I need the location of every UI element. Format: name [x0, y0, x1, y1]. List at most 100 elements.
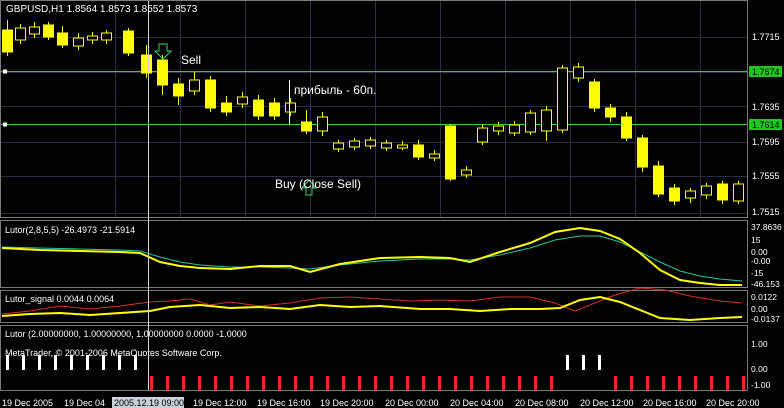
histogram-bar-up	[582, 355, 585, 370]
histogram-bar-down	[646, 376, 649, 390]
candle-body	[493, 125, 504, 132]
histogram-bar-down	[326, 376, 329, 390]
svg-text:-1.00: -1.00	[751, 380, 771, 390]
svg-text:19 Dec 2005: 19 Dec 2005	[2, 398, 53, 408]
price-tick: 1.7715	[752, 32, 780, 42]
histogram-bar-down	[454, 376, 457, 390]
level-handle	[3, 122, 7, 127]
price-tick: 1.7635	[752, 102, 780, 112]
histogram-bar-down	[550, 376, 553, 390]
candle-body	[253, 99, 264, 117]
candle-body	[301, 121, 312, 132]
candle-body	[157, 59, 168, 86]
svg-text:0.00: 0.00	[751, 304, 768, 314]
candle-body	[29, 26, 40, 35]
candle-body	[221, 102, 232, 113]
svg-text:20 Dec 12:00: 20 Dec 12:00	[580, 398, 634, 408]
signal-panel-header: Lutor_signal 0.0044 0.0064	[5, 294, 114, 304]
lutor-lines	[1, 226, 743, 286]
histogram-bar-down	[214, 376, 217, 390]
histogram-bar-down	[342, 376, 345, 390]
signal-lines	[1, 287, 743, 322]
svg-text:20 Dec 08:00: 20 Dec 08:00	[515, 398, 569, 408]
svg-text:-15: -15	[751, 268, 764, 278]
histogram-bar-down	[294, 376, 297, 390]
svg-text:-46.153: -46.153	[751, 279, 780, 289]
histogram-bar-down	[246, 376, 249, 390]
candle-body	[123, 30, 134, 54]
svg-text:20 Dec 04:00: 20 Dec 04:00	[450, 398, 504, 408]
histogram-bar-down	[662, 376, 665, 390]
candle-body	[141, 54, 152, 74]
svg-text:19 Dec 12:00: 19 Dec 12:00	[193, 398, 247, 408]
histogram-bar-down	[422, 376, 425, 390]
histogram-bar-down	[406, 376, 409, 390]
histogram-bar-down	[726, 376, 729, 390]
candle-body	[733, 183, 744, 202]
svg-text:20 Dec 00:00: 20 Dec 00:00	[385, 398, 439, 408]
svg-text:19 Dec 20:00: 19 Dec 20:00	[320, 398, 374, 408]
lutor-panel-header: Lutor(2,8,5,5) -26.4973 -21.5914	[5, 225, 135, 235]
candle-body	[701, 185, 712, 196]
candle-body	[15, 27, 26, 41]
lutor-fast-line	[1, 226, 742, 286]
signal-scale: 0.0122 0.00 -0.0137	[751, 292, 780, 324]
candle-body	[87, 35, 98, 41]
histogram-bar-down	[150, 376, 153, 390]
candle-body	[557, 67, 568, 131]
price-tick: 1.7515	[752, 207, 780, 217]
candle-body	[397, 144, 408, 149]
svg-text:0.0122: 0.0122	[751, 292, 777, 302]
candle-body	[669, 187, 680, 202]
histogram-bar-down	[166, 376, 169, 390]
svg-text:2005.12.19 09:00: 2005.12.19 09:00	[114, 398, 184, 408]
candle-body	[269, 102, 280, 117]
candle-body	[205, 79, 216, 109]
svg-text:0.00: 0.00	[751, 364, 768, 374]
candle-body	[445, 125, 456, 180]
histogram-bar-up	[566, 355, 569, 370]
candle-body	[57, 32, 68, 46]
histogram-bar-down	[438, 376, 441, 390]
candle-body	[621, 116, 632, 139]
histogram-bar-down	[262, 376, 265, 390]
lutor-histogram	[6, 355, 745, 390]
candle-body	[525, 112, 536, 133]
price-tick: 1.7614	[752, 120, 780, 130]
histogram-bar-down	[742, 376, 745, 390]
candle-body	[573, 66, 584, 79]
histogram-bar-down	[198, 376, 201, 390]
candle-body	[685, 190, 696, 199]
candle-body	[509, 124, 520, 134]
histogram-bar-down	[678, 376, 681, 390]
svg-text:-0.0137: -0.0137	[751, 314, 780, 324]
histogram-bar-up	[598, 355, 601, 370]
candle-body	[2, 29, 13, 53]
lutor-scale: 37.8636 15 0.00 -0.00 -15 -46.153	[751, 222, 782, 289]
candle-body	[461, 169, 472, 176]
copyright-text: MetaTrader, © 2001-2006 MetaQuotes Softw…	[5, 348, 222, 358]
level-handle	[3, 69, 7, 74]
svg-text:15: 15	[751, 235, 761, 245]
chart-canvas[interactable]: GBPUSD,H1 1.8564 1.8573 1.8552 1.8573 Se…	[0, 0, 784, 408]
candle-body	[653, 165, 664, 195]
histogram-bar-down	[374, 376, 377, 390]
histogram-bar-down	[614, 376, 617, 390]
svg-text:20 Dec 20:00: 20 Dec 20:00	[706, 398, 760, 408]
grid-lines	[1, 1, 747, 217]
histogram-bar-down	[486, 376, 489, 390]
buy-label: Buy (Close Sell)	[275, 177, 361, 191]
svg-text:19 Dec 16:00: 19 Dec 16:00	[257, 398, 311, 408]
histogram-bar-down	[182, 376, 185, 390]
price-tick: 1.7555	[752, 171, 780, 181]
price-tick: 1.7674	[752, 67, 780, 77]
histogram-bar-down	[278, 376, 281, 390]
candle-body	[365, 139, 376, 147]
histogram-bar-down	[310, 376, 313, 390]
svg-text:-0.00: -0.00	[751, 256, 771, 266]
price-tick: 1.7595	[752, 137, 780, 147]
histogram-bar-down	[518, 376, 521, 390]
candle-body	[101, 32, 112, 41]
svg-text:37.8636: 37.8636	[751, 222, 782, 232]
candle-body	[413, 144, 424, 158]
